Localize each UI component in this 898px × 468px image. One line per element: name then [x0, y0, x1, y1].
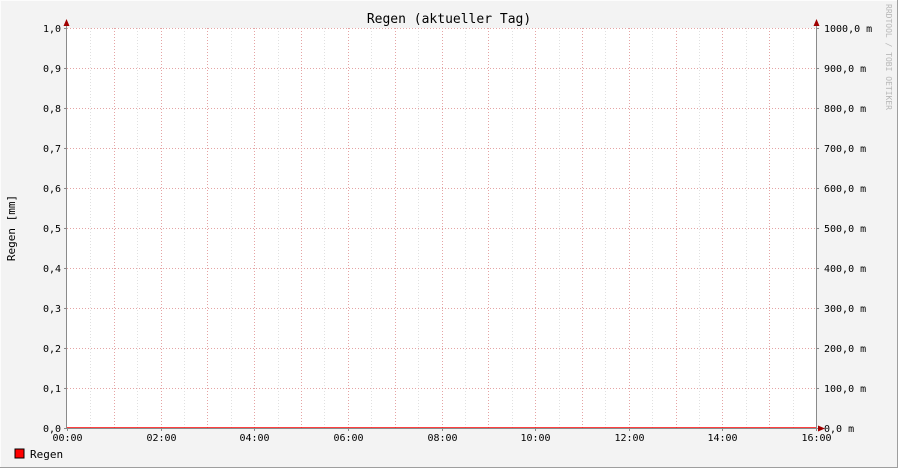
y-tick-label: 0,7 — [43, 144, 61, 155]
rain-chart: 0,0 0,1 0,2 0,3 0,4 0,5 0,6 0,7 0,8 0,9 1,0 0,0 m1… — [0, 0, 898, 468]
y2-tick-label: 200,0 m — [824, 344, 866, 355]
y-tick-label: 1,0 — [43, 24, 61, 35]
y-tick-label: 0,3 — [43, 304, 61, 315]
y2-tick-label: 300,0 m — [824, 304, 866, 315]
x-tick-label: 08:00 — [427, 433, 457, 444]
legend: Regen — [14, 448, 63, 461]
x-tick-label: 06:00 — [333, 433, 363, 444]
y2-axis-arrow — [813, 19, 820, 26]
legend-label-regen: Regen — [30, 448, 63, 461]
x-tick-label: 02:00 — [146, 433, 176, 444]
x-tick-label: 04:00 — [239, 433, 269, 444]
y2-tick-label: 100,0 m — [824, 384, 866, 395]
y2-tick-label: 800,0 m — [824, 104, 866, 115]
y-tick-label: 0,9 — [43, 64, 61, 75]
y-tick-label: 0,6 — [43, 184, 61, 195]
y-tick-label: 0,8 — [43, 104, 61, 115]
x-tick-label: 10:00 — [520, 433, 550, 444]
x-tick-label: 14:00 — [707, 433, 737, 444]
watermark: RRDTOOL / TOBI OETIKER — [884, 4, 893, 110]
y-axis-arrow — [63, 19, 70, 26]
x-tick-label: 00:00 — [52, 433, 82, 444]
y2-tick-label: 700,0 m — [824, 144, 866, 155]
y-tick-labels: 0,00,10,20,30,40,50,60,70,80,91,0 — [43, 24, 61, 435]
chart-svg: 0,00,10,20,30,40,50,60,70,80,91,0 0,0 m1… — [0, 0, 898, 468]
chart-title: Regen (aktueller Tag) — [367, 12, 531, 27]
x-tick-label: 12:00 — [614, 433, 644, 444]
y2-tick-label: 600,0 m — [824, 184, 866, 195]
y-tick-label: 0,1 — [43, 384, 61, 395]
x-tick-labels: 00:00 02:00 04:00 06:00 08:00 10:00 12:00 14:00… — [52, 433, 831, 444]
y2-tick-label: 400,0 m — [824, 264, 866, 275]
y-tick-label: 0,4 — [43, 264, 61, 275]
legend-swatch-regen — [14, 448, 25, 459]
y-tick-label: 0,5 — [43, 224, 61, 235]
y2-tick-labels: 0,0 m100,0 m200,0 m300,0 m400,0 m500,0 m… — [824, 24, 872, 435]
x-tick-label: 16:00 — [801, 433, 831, 444]
y2-tick-label: 1000,0 m — [824, 24, 872, 35]
y-tick-label: 0,2 — [43, 344, 61, 355]
y2-tick-label: 900,0 m — [824, 64, 866, 75]
y2-tick-label: 500,0 m — [824, 224, 866, 235]
y-axis-label: Regen [mm] — [5, 195, 18, 261]
